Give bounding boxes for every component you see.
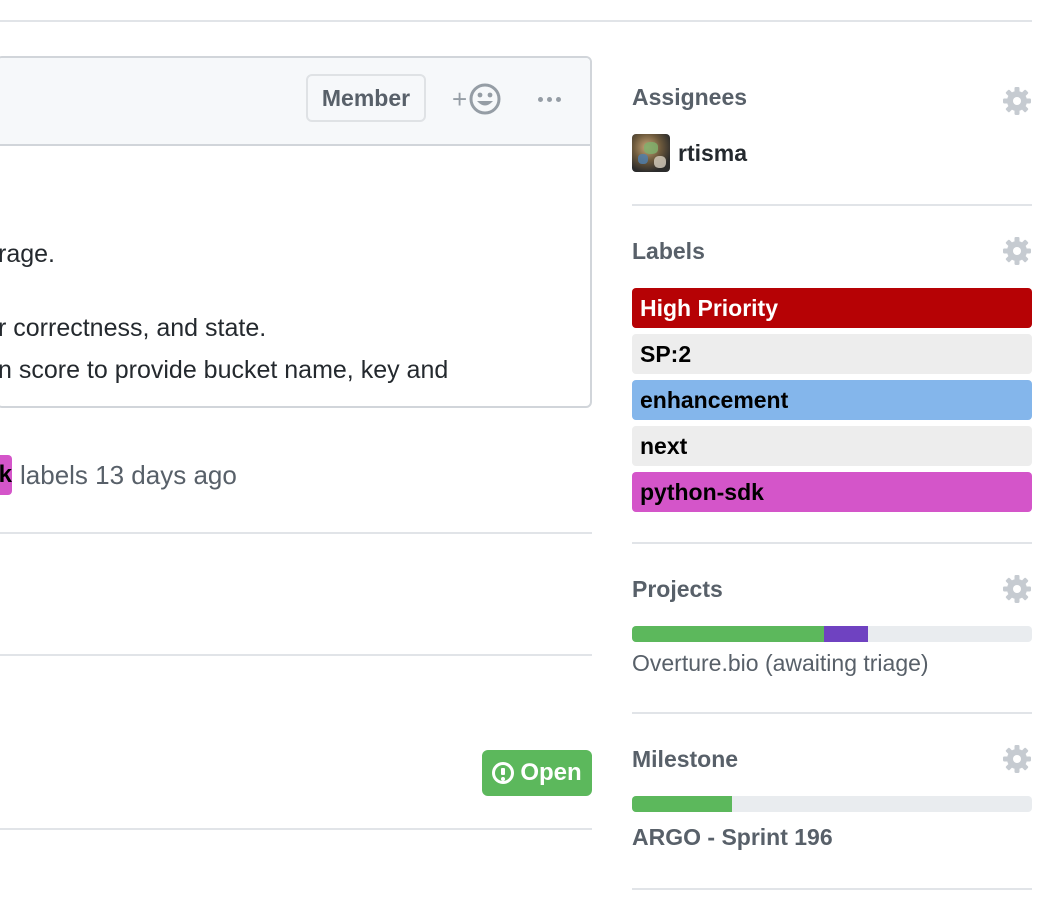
sidebar-divider xyxy=(632,204,1032,206)
label-chip-text: k xyxy=(0,461,12,488)
more-options-button[interactable] xyxy=(534,80,564,118)
label-event: k labels 13 days ago xyxy=(0,454,237,496)
project-link[interactable]: Overture.bio (awaiting triage) xyxy=(632,650,929,677)
progress-done-segment xyxy=(632,626,824,642)
timeline-divider xyxy=(0,828,592,830)
issue-opened-icon xyxy=(492,762,515,784)
plus-icon: + xyxy=(452,84,468,114)
milestone-link[interactable]: ARGO - Sprint 196 xyxy=(632,824,833,851)
comment-card: Member + rage. r correctness, and state.… xyxy=(0,56,592,408)
timeline-divider xyxy=(0,654,592,656)
avatar xyxy=(632,134,670,172)
label-name: enhancement xyxy=(640,386,789,413)
gear-icon[interactable] xyxy=(1002,86,1032,116)
label-name: python-sdk xyxy=(640,478,764,505)
assignee-item[interactable]: rtisma xyxy=(632,134,747,172)
label-python-sdk[interactable]: python-sdk xyxy=(632,472,1032,512)
ellipsis-dot xyxy=(555,96,561,102)
ellipsis-dot xyxy=(546,96,552,102)
gear-icon[interactable] xyxy=(1002,236,1032,266)
comment-line: n score to provide bucket name, key and xyxy=(0,356,449,384)
sidebar-divider xyxy=(632,712,1032,714)
label-event-text: labels 13 days ago xyxy=(20,459,237,490)
ellipsis-dot xyxy=(537,96,543,102)
progress-in-progress-segment xyxy=(824,626,868,642)
comment-header: Member + xyxy=(0,58,590,146)
gear-icon[interactable] xyxy=(1002,574,1032,604)
milestone-progress-bar xyxy=(632,796,1032,812)
labels-heading: Labels xyxy=(632,238,705,264)
smiley-icon xyxy=(469,83,501,115)
label-high-priority[interactable]: High Priority xyxy=(632,288,1032,328)
sidebar-divider xyxy=(632,888,1032,890)
milestone-heading: Milestone xyxy=(632,746,739,772)
assignees-heading: Assignees xyxy=(632,84,748,110)
comment-line: r correctness, and state. xyxy=(0,314,267,342)
progress-done-segment xyxy=(632,796,732,812)
open-status-label: Open xyxy=(520,759,582,786)
member-badge: Member xyxy=(306,74,426,122)
add-reaction-button[interactable]: + xyxy=(452,80,510,118)
open-status-badge: Open xyxy=(482,750,592,796)
label-enhancement[interactable]: enhancement xyxy=(632,380,1032,420)
label-chip[interactable]: k xyxy=(0,455,12,495)
projects-heading: Projects xyxy=(632,576,723,602)
timeline-divider xyxy=(0,532,592,534)
project-progress-bar xyxy=(632,626,1032,642)
label-name: next xyxy=(640,432,688,459)
label-name: High Priority xyxy=(640,294,779,321)
gear-icon[interactable] xyxy=(1002,744,1032,774)
assignee-name: rtisma xyxy=(678,139,748,166)
label-name: SP:2 xyxy=(640,340,692,367)
issue-sidebar: Assignees rtisma Labels High Priority SP… xyxy=(632,0,1032,912)
label-next[interactable]: next xyxy=(632,426,1032,466)
sidebar-divider xyxy=(632,542,1032,544)
comment-line: rage. xyxy=(0,240,55,268)
label-sp-2[interactable]: SP:2 xyxy=(632,334,1032,374)
